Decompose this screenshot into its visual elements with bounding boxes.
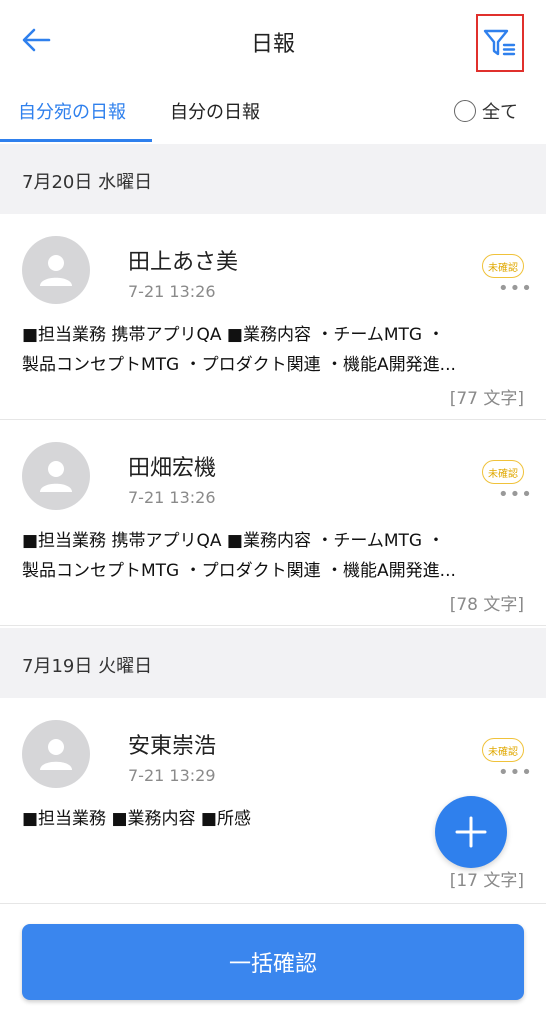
status-badge: 未確認 [482,738,524,762]
report-preview: ■担当業務 携帯アプリQA ■業務内容 ・チームMTG ・ 製品コンセプトMTG… [22,526,524,586]
more-options-icon[interactable]: ••• [498,278,533,299]
date-label: 7月20日 水曜日 [22,172,153,193]
tab-my-reports[interactable]: 自分の日報 [170,98,260,124]
report-time: 7-21 13:29 [128,766,216,785]
date-group-header: 7月19日 火曜日 [0,628,546,698]
reporter-name: 田上あさ美 [128,250,239,275]
user-icon [40,255,72,286]
bottom-action-bar: 一括確認 [0,904,546,1024]
plus-icon [455,816,487,848]
all-toggle-label: 全て [482,102,518,123]
date-group-header: 7月20日 水曜日 [0,144,546,214]
preview-line: 製品コンセプトMTG ・プロダクト関連 ・機能A開発進... [22,561,456,581]
char-count: [17 文字] [449,871,524,891]
report-card[interactable]: 田上あさ美 7-21 13:26 未確認 ••• ■担当業務 携帯アプリQA ■… [0,214,546,420]
preview-line: ■担当業務 携帯アプリQA ■業務内容 ・チームMTG ・ [22,531,445,551]
avatar [22,720,90,788]
page-title: 日報 [250,32,295,57]
report-preview: ■担当業務 携帯アプリQA ■業務内容 ・チームMTG ・ 製品コンセプトMTG… [22,320,524,380]
report-time: 7-21 13:26 [128,488,216,507]
filter-button[interactable] [476,14,524,72]
reporter-name: 安東崇浩 [128,734,217,759]
all-toggle[interactable]: 全て [454,98,518,124]
report-card[interactable]: 田畑宏機 7-21 13:26 未確認 ••• ■担当業務 携帯アプリQA ■業… [0,420,546,626]
avatar [22,442,90,510]
tab-bar: 自分宛の日報 自分の日報 全て [0,82,546,144]
add-report-button[interactable] [435,796,507,868]
avatar [22,236,90,304]
filter-icon [483,29,516,56]
report-time: 7-21 13:26 [128,282,216,301]
bulk-confirm-button[interactable]: 一括確認 [22,924,524,1000]
char-count: [77 文字] [449,389,524,409]
preview-line: ■担当業務 携帯アプリQA ■業務内容 ・チームMTG ・ [22,325,445,345]
reporter-name: 田畑宏機 [128,456,217,481]
preview-line: 製品コンセプトMTG ・プロダクト関連 ・機能A開発進... [22,355,456,375]
date-label: 7月19日 火曜日 [22,656,153,677]
status-badge: 未確認 [482,254,524,278]
user-icon [40,739,72,770]
tab-reports-to-me[interactable]: 自分宛の日報 [18,98,126,124]
active-tab-indicator [0,139,152,142]
more-options-icon[interactable]: ••• [498,484,533,505]
char-count: [78 文字] [449,595,524,615]
more-options-icon[interactable]: ••• [498,762,533,783]
status-badge: 未確認 [482,460,524,484]
user-icon [40,461,72,492]
app-header: 日報 [0,0,546,82]
radio-icon[interactable] [454,100,476,122]
